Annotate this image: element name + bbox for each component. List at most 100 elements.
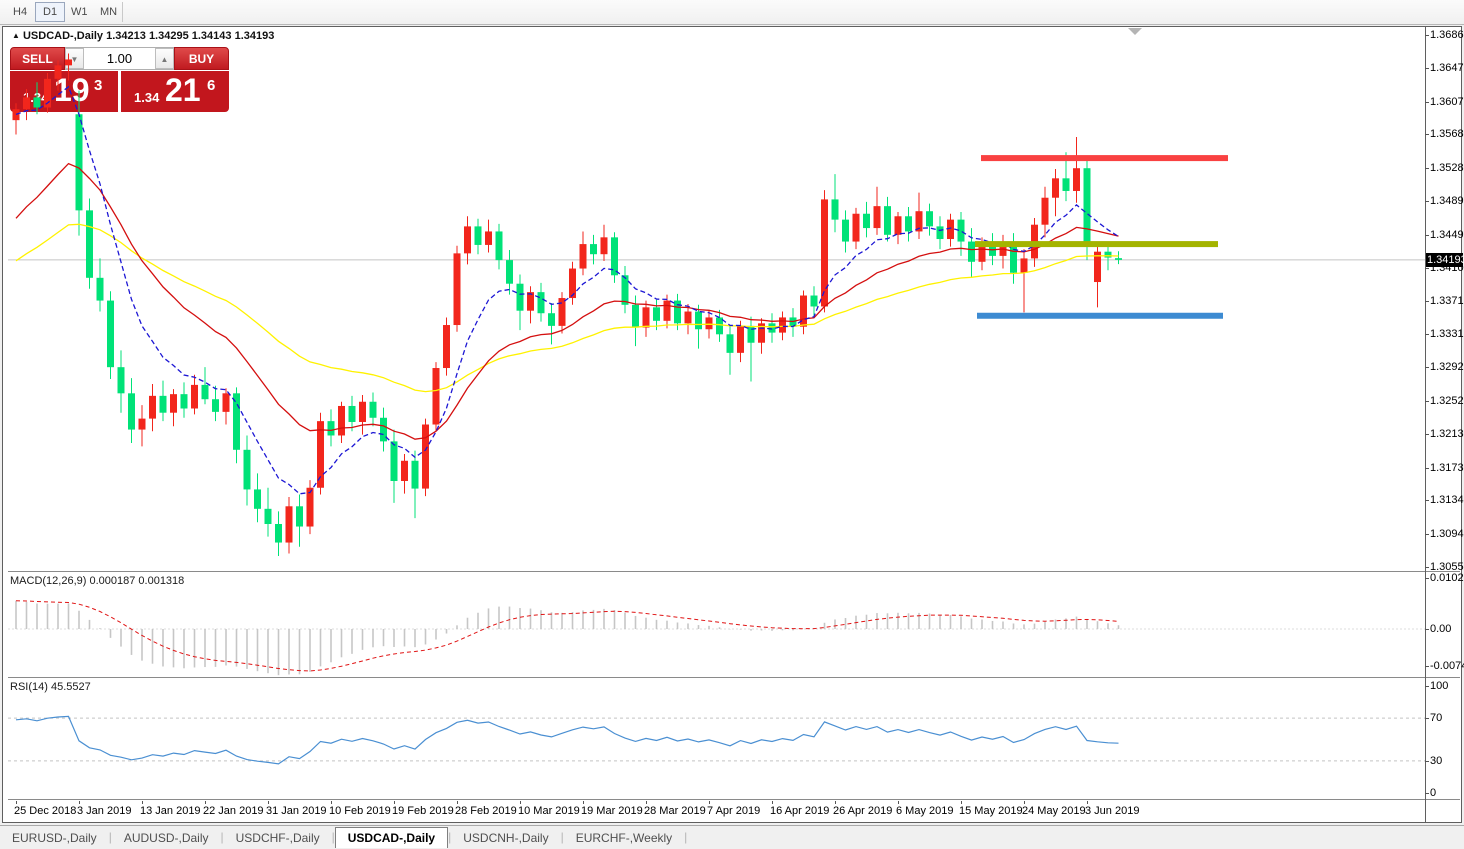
candle-body: [811, 296, 818, 307]
candle-body: [979, 245, 986, 262]
candle-body: [1052, 178, 1059, 197]
price-chart-canvas[interactable]: [8, 27, 1425, 572]
price-axis-label: 1.33310: [1430, 328, 1464, 340]
candle-body: [443, 325, 450, 368]
timeframe-button-h4[interactable]: H4: [6, 2, 34, 22]
macd-axis-label-tick: [1425, 629, 1429, 630]
rsi-axis-label: 0: [1430, 787, 1436, 799]
macd-signal-line: [16, 601, 1119, 671]
macd-axis-label: 0.00: [1430, 623, 1451, 635]
candle-body: [191, 385, 198, 409]
candle-body: [905, 216, 912, 231]
candle-body: [527, 292, 534, 311]
pane-separator[interactable]: [8, 571, 1460, 573]
candle-body: [454, 253, 461, 325]
candle-body: [569, 269, 576, 299]
candle-body: [653, 307, 660, 320]
price-axis-label: 1.35280: [1430, 162, 1464, 174]
candle-body: [286, 506, 293, 542]
toolbar-separator: [122, 2, 123, 22]
date-axis-label: 31 Jan 2019: [266, 805, 327, 817]
candle-body: [34, 97, 41, 107]
date-axis-label: 6 May 2019: [896, 805, 953, 817]
chart-tab-usdcnhdaily[interactable]: USDCNH-,Daily: [451, 828, 560, 849]
candle-body: [947, 220, 954, 239]
chart-tab-usdchfdaily[interactable]: USDCHF-,Daily: [224, 828, 332, 849]
candle-body: [118, 367, 125, 393]
rsi-axis-label-tick: [1425, 793, 1429, 794]
timeframe-button-mn[interactable]: MN: [93, 2, 124, 22]
rsi-axis-label-tick: [1425, 761, 1429, 762]
candle-body: [370, 402, 377, 418]
candle-body: [601, 237, 608, 254]
candle-body: [727, 334, 734, 353]
candle-body: [664, 301, 671, 321]
candle-body: [737, 326, 744, 353]
support-line[interactable]: [977, 313, 1223, 319]
date-axis-label: 22 Jan 2019: [203, 805, 264, 817]
candle-body: [517, 284, 524, 311]
candle-body: [338, 406, 345, 436]
candle-body: [496, 231, 503, 260]
candle-body: [160, 396, 167, 413]
chart-tab-bar: EURUSD-,Daily|AUDUSD-,Daily|USDCHF-,Dail…: [0, 825, 1464, 848]
candle-body: [139, 419, 146, 430]
date-axis-label: 19 Mar 2019: [581, 805, 643, 817]
rsi-pane[interactable]: [8, 678, 1425, 800]
candle-body: [55, 65, 62, 78]
macd-pane[interactable]: [8, 572, 1425, 678]
candle-body: [433, 368, 440, 424]
candle-body: [485, 231, 492, 244]
broken-support-line[interactable]: [975, 241, 1218, 247]
candle-body: [937, 226, 944, 239]
candle-body: [65, 59, 72, 65]
chart-tab-eurusddaily[interactable]: EURUSD-,Daily: [0, 828, 109, 849]
candle-body: [548, 313, 555, 326]
candle-body: [1105, 252, 1112, 258]
candle-body: [580, 244, 587, 268]
date-axis-label: 13 Jan 2019: [140, 805, 201, 817]
price-axis-label: 1.32920: [1430, 361, 1464, 373]
candle-body: [254, 489, 261, 508]
candle-body: [422, 425, 429, 489]
candle-body: [107, 301, 114, 368]
pane-separator[interactable]: [8, 677, 1460, 679]
price-axis-label: 1.36070: [1430, 96, 1464, 108]
candle-body: [874, 206, 881, 228]
ma-fast-line[interactable]: [16, 87, 1119, 494]
price-axis-label: 1.32130: [1430, 428, 1464, 440]
price-axis-label: 1.32520: [1430, 395, 1464, 407]
time-axis[interactable]: 25 Dec 20183 Jan 201913 Jan 201922 Jan 2…: [8, 800, 1425, 822]
timeframe-button-d1[interactable]: D1: [35, 2, 65, 22]
timeframe-button-w1[interactable]: W1: [64, 2, 95, 22]
chart-tab-audusddaily[interactable]: AUDUSD-,Daily: [112, 828, 221, 849]
price-axis-label-tick: [1425, 268, 1429, 269]
chart-tab-eurchfweekly[interactable]: EURCHF-,Weekly: [564, 828, 684, 849]
macd-axis-label: -0.007477: [1430, 660, 1464, 672]
candle-body: [265, 509, 272, 524]
date-axis-label: 10 Mar 2019: [518, 805, 580, 817]
candle-body: [1084, 168, 1091, 243]
price-axis-label-tick: [1425, 567, 1429, 568]
candle-body: [149, 396, 156, 419]
price-axis-label: 1.36470: [1430, 62, 1464, 74]
date-axis-label: 26 Apr 2019: [833, 805, 892, 817]
resistance-line[interactable]: [981, 155, 1228, 161]
candle-body: [97, 278, 104, 301]
candle-body: [842, 220, 849, 242]
candle-body: [821, 199, 828, 306]
candle-body: [359, 402, 366, 422]
price-axis-label-tick: [1425, 168, 1429, 169]
candle-body: [1063, 178, 1070, 191]
candle-body: [307, 488, 314, 527]
chart-tab-usdcaddaily[interactable]: USDCAD-,Daily: [335, 827, 448, 848]
rsi-axis-label-tick: [1425, 718, 1429, 719]
candle-body: [401, 461, 408, 481]
candle-body: [863, 214, 870, 228]
candle-body: [181, 394, 188, 408]
price-axis-label-tick: [1425, 134, 1429, 135]
candle-body: [328, 421, 335, 435]
pane-separator[interactable]: [8, 799, 1460, 801]
candle-body: [202, 385, 209, 399]
price-axis-label: 1.31340: [1430, 494, 1464, 506]
